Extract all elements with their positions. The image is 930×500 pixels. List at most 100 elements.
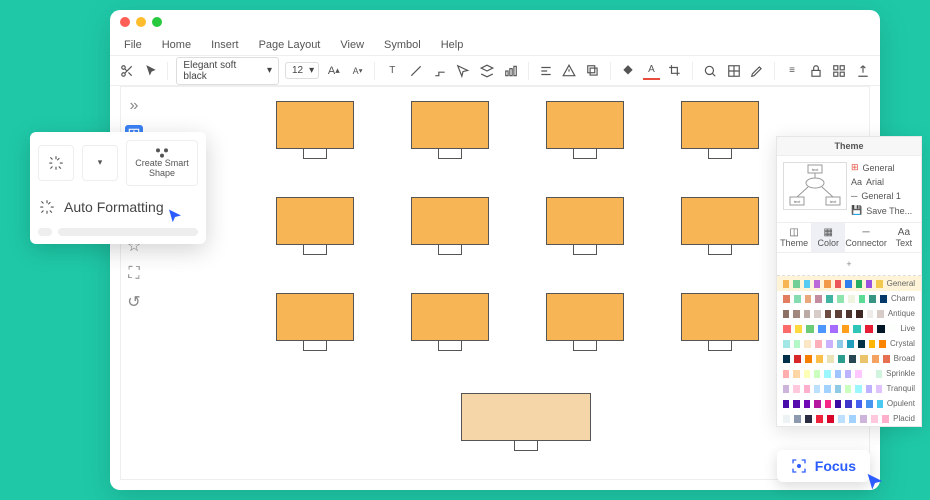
maximize-icon[interactable] (152, 17, 162, 27)
color-swatch[interactable] (783, 340, 790, 348)
palette-row[interactable]: Sprinkle (777, 366, 921, 381)
color-swatch[interactable] (793, 385, 799, 393)
menu-page-layout[interactable]: Page Layout (259, 39, 321, 51)
color-swatch[interactable] (866, 385, 872, 393)
menu-help[interactable]: Help (441, 39, 464, 51)
color-swatch[interactable] (816, 355, 823, 363)
menu-insert[interactable]: Insert (211, 39, 239, 51)
color-swatch[interactable] (815, 295, 822, 303)
color-swatch[interactable] (804, 400, 810, 408)
lock-icon[interactable] (807, 62, 825, 80)
color-swatch[interactable] (804, 370, 810, 378)
color-swatch[interactable] (826, 340, 833, 348)
color-swatch[interactable] (860, 355, 867, 363)
color-swatch[interactable] (805, 355, 812, 363)
color-swatch[interactable] (825, 400, 831, 408)
color-swatch[interactable] (835, 370, 841, 378)
color-swatch[interactable] (855, 385, 861, 393)
desk-shape[interactable] (411, 197, 489, 255)
search-icon[interactable] (701, 62, 719, 80)
color-swatch[interactable] (783, 325, 791, 333)
select-icon[interactable] (455, 62, 473, 80)
color-swatch[interactable] (876, 370, 882, 378)
equals-icon[interactable]: ≡ (783, 62, 801, 80)
color-swatch[interactable] (804, 385, 810, 393)
color-swatch[interactable] (804, 310, 810, 318)
color-swatch[interactable] (845, 400, 851, 408)
color-swatch[interactable] (858, 340, 865, 348)
desk-shape[interactable] (546, 293, 624, 351)
tab-connector[interactable]: ─Connector (845, 223, 887, 252)
palette-row[interactable]: Opulent (777, 396, 921, 411)
desk-shape[interactable] (681, 293, 759, 351)
color-swatch[interactable] (795, 325, 803, 333)
cut-icon[interactable] (118, 62, 136, 80)
line-tool-icon[interactable] (407, 62, 425, 80)
pen-icon[interactable] (748, 62, 766, 80)
color-swatch[interactable] (826, 295, 833, 303)
color-swatch[interactable] (849, 355, 856, 363)
color-swatch[interactable] (845, 280, 851, 288)
color-swatch[interactable] (877, 310, 883, 318)
color-swatch[interactable] (835, 385, 841, 393)
color-swatch[interactable] (783, 370, 789, 378)
color-swatch[interactable] (814, 400, 820, 408)
color-swatch[interactable] (869, 295, 876, 303)
color-swatch[interactable] (824, 385, 830, 393)
color-swatch[interactable] (824, 370, 830, 378)
dropdown-icon[interactable]: ▾ (82, 145, 118, 181)
color-swatch[interactable] (853, 325, 861, 333)
layer-back-icon[interactable] (584, 62, 602, 80)
theme-opt-general1[interactable]: ─General 1 (851, 191, 915, 201)
color-swatch[interactable] (793, 280, 799, 288)
slider[interactable] (38, 228, 198, 236)
color-swatch[interactable] (883, 355, 890, 363)
menu-view[interactable]: View (340, 39, 364, 51)
palette-row[interactable]: General (777, 276, 921, 291)
grid-icon[interactable] (831, 62, 849, 80)
color-swatch[interactable] (877, 400, 883, 408)
color-swatch[interactable] (859, 295, 866, 303)
color-swatch[interactable] (827, 355, 834, 363)
palette-row[interactable]: Tranquil (777, 381, 921, 396)
color-swatch[interactable] (783, 295, 790, 303)
color-swatch[interactable] (877, 325, 885, 333)
color-swatch[interactable] (837, 295, 844, 303)
font-grow-icon[interactable]: A▴ (325, 62, 343, 80)
auto-formatting-label[interactable]: Auto Formatting (64, 199, 164, 215)
text-icon[interactable]: T (383, 62, 401, 80)
font-size-select[interactable]: 12 ▾ (285, 62, 319, 79)
color-swatch[interactable] (783, 355, 790, 363)
color-swatch[interactable] (838, 355, 845, 363)
layers-icon[interactable] (478, 62, 496, 80)
desk-shape[interactable] (276, 101, 354, 159)
color-swatch[interactable] (793, 370, 799, 378)
desk-shape[interactable] (546, 197, 624, 255)
color-swatch[interactable] (818, 325, 826, 333)
color-swatch[interactable] (869, 340, 876, 348)
color-swatch[interactable] (871, 415, 878, 423)
tab-color[interactable]: ▦Color (811, 223, 845, 252)
color-swatch[interactable] (882, 415, 889, 423)
color-swatch[interactable] (783, 385, 789, 393)
menu-home[interactable]: Home (162, 39, 191, 51)
desk-shape[interactable] (461, 393, 591, 451)
color-swatch[interactable] (847, 340, 854, 348)
tab-text[interactable]: AaText (887, 223, 921, 252)
color-swatch[interactable] (794, 340, 801, 348)
color-swatch[interactable] (856, 400, 862, 408)
desk-shape[interactable] (681, 101, 759, 159)
close-icon[interactable] (120, 17, 130, 27)
font-family-select[interactable]: Elegant soft black ▾ (176, 57, 279, 85)
color-swatch[interactable] (835, 400, 841, 408)
align-icon[interactable] (537, 62, 555, 80)
table-icon[interactable] (725, 62, 743, 80)
palette-row[interactable]: Live (777, 321, 921, 336)
theme-opt-save[interactable]: 💾Save The... (851, 205, 915, 216)
theme-opt-arial[interactable]: AaArial (851, 177, 915, 187)
color-swatch[interactable] (835, 310, 841, 318)
color-swatch[interactable] (865, 325, 873, 333)
menu-symbol[interactable]: Symbol (384, 39, 421, 51)
connector-icon[interactable] (431, 62, 449, 80)
color-swatch[interactable] (866, 280, 872, 288)
